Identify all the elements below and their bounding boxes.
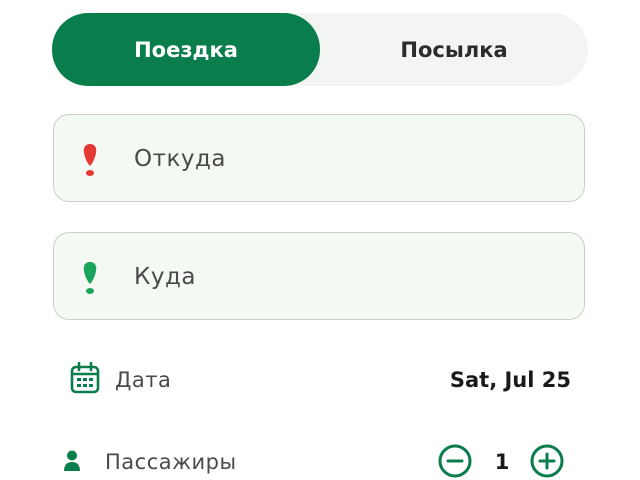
tab-parcel[interactable]: Посылка [320, 13, 588, 86]
trip-type-toggle: Поездка Посылка [52, 13, 588, 86]
from-field[interactable]: Откуда [53, 114, 585, 202]
passengers-row: Пассажиры 1 [0, 438, 640, 480]
date-label: Дата [115, 368, 172, 392]
calendar-icon [70, 362, 100, 394]
date-value[interactable]: Sat, Jul 25 [450, 356, 571, 404]
from-placeholder: Откуда [134, 146, 227, 172]
tab-ride[interactable]: Поездка [52, 13, 320, 86]
passengers-label: Пассажиры [105, 450, 237, 474]
increase-passengers-button[interactable] [530, 444, 564, 478]
location-pin-green-icon [83, 262, 97, 294]
date-row[interactable]: Дата Sat, Jul 25 [0, 356, 640, 404]
to-field[interactable]: Куда [53, 232, 585, 320]
person-icon [64, 450, 80, 471]
to-placeholder: Куда [134, 264, 196, 290]
booking-screen: Поездка Посылка Откуда Куда Дата Sat, Ju… [0, 0, 640, 480]
location-pin-red-icon [83, 144, 97, 176]
passenger-count: 1 [494, 450, 510, 474]
decrease-passengers-button[interactable] [438, 444, 472, 478]
